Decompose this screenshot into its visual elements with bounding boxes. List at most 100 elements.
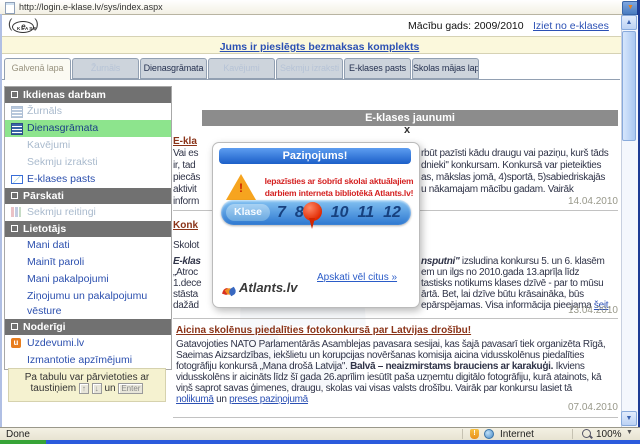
nolikuma-link[interactable]: nolikumā: [176, 394, 214, 405]
article2-line: E-klas: [173, 256, 213, 267]
article1-line: Vai es: [173, 148, 213, 159]
grade-links: 7 8 9 10 11 12: [277, 200, 401, 225]
grade-10[interactable]: 10: [331, 204, 349, 222]
section-icon: [11, 323, 18, 330]
article2-line: dažād: [173, 300, 213, 311]
article2-line: 1.dece: [173, 278, 213, 289]
key-down-icon: ↓: [92, 383, 102, 394]
logout-link[interactable]: Iziet no e-klases: [533, 20, 609, 32]
article3-line: fotogrāfiju konkursā „Mana drošā Latvija…: [176, 361, 621, 372]
sidebar-item-zurnals: Žurnāls: [5, 103, 171, 120]
chart-icon: [11, 207, 21, 217]
article-divider: [173, 417, 618, 418]
popup-message: Iepazīsties ar šobrīd skolai aktuālajiem…: [263, 175, 415, 199]
section-icon: [11, 192, 18, 199]
url-text[interactable]: http://login.e-klase.lv/sys/index.aspx: [19, 2, 163, 12]
shield-icon: !: [470, 429, 479, 439]
article3-line: Saeimas Aizsardzības, iekšlietu un korup…: [176, 350, 621, 361]
article1-line: as, mākslas jomā, 4)sportā, 5)sabiedrisk…: [421, 172, 620, 183]
grade-7[interactable]: 7: [277, 204, 286, 222]
grade-12[interactable]: 12: [383, 204, 401, 222]
sidebar-item-izmantotie-apzimejumi[interactable]: Izmantotie apzīmējumi: [5, 352, 171, 369]
warning-exclamation: !: [239, 181, 243, 195]
mail-icon: [11, 175, 23, 184]
article3-line: vidusskolēns ir aicināts līdz šī gada 26…: [176, 372, 621, 383]
sidebar-item-eklases-pasts[interactable]: E-klases pasts: [5, 171, 171, 188]
status-bar: Done ! Internet 100% ▼: [0, 427, 640, 441]
scroll-up-button[interactable]: ▲: [621, 15, 637, 30]
scroll-down-button[interactable]: ▼: [621, 411, 637, 426]
article1-line: dnieki" konkursam. Konkursā var pieteikt…: [421, 160, 620, 171]
page-icon: [5, 2, 15, 14]
sidebar-header-parskati: Pārskati: [5, 188, 171, 204]
article2-line: stāsta: [173, 289, 213, 300]
article2-heading[interactable]: Konk: [173, 220, 198, 231]
tab-sekmju-izraksti: Sekmju izraksti: [276, 58, 343, 79]
article3-heading[interactable]: Aicina skolēnus piedalīties fotokonkursā…: [176, 325, 471, 336]
sidebar-item-uzdevumi[interactable]: uUzdevumi.lv: [5, 335, 171, 352]
article2-line: ārtā. Bet, lai dzīve būtu krāsaināka, bū…: [421, 289, 620, 300]
article1-line: ir, tad: [173, 160, 213, 171]
statusbar-divider: [462, 429, 463, 439]
free-package-banner: Jums ir pieslēgts bezmaksas komplekts: [2, 36, 637, 54]
see-more-link[interactable]: Apskati vēl citus »: [317, 272, 397, 283]
zoom-dropdown-icon[interactable]: ▼: [626, 429, 633, 436]
browser-window: http://login.e-klase.lv/sys/index.aspx ▼…: [0, 0, 640, 444]
taskbar-edge: [0, 440, 640, 444]
keyboard-hint-box: Pa tabulu var pārvietoties ar taustiņiem…: [8, 368, 166, 402]
tab-dienasgramata[interactable]: Dienasgrāmata: [140, 58, 207, 79]
sidebar-item-mani-pakalpojumi[interactable]: Mani pakalpojumi: [5, 271, 171, 288]
grade-11[interactable]: 11: [358, 204, 375, 222]
article2-line: tastisks notikums klases dzīvē - par to …: [421, 278, 620, 289]
logo-sub: KLASE: [17, 26, 37, 31]
sidebar-item-mani-dati[interactable]: Mani dati: [5, 237, 171, 254]
section-icon: [11, 91, 18, 98]
journal-icon: [11, 106, 23, 118]
zone-label: Internet: [500, 429, 534, 440]
popup-title: Paziņojums!: [219, 148, 411, 164]
article1-heading[interactable]: E-kla: [173, 136, 197, 147]
sidebar-item-zinojumu-vesture[interactable]: Ziņojumu un pakalpojumu vēsture: [5, 288, 171, 319]
grade-selector: Klase 7 8 9 10 11 12: [221, 200, 411, 225]
article1-line: rbūt pazīsti kādu draugu vai paziņu, kur…: [421, 148, 620, 159]
article2-line: „Atroc: [173, 267, 213, 278]
magnifier-icon: [582, 429, 591, 438]
scrollbar-thumb[interactable]: [622, 31, 636, 141]
article2-line: em un ilgs no 2010.gada 13.aprīļa līdz: [421, 267, 620, 278]
statusbar-divider: [572, 429, 573, 439]
article3-line: Gatavojoties NATO Parlamentārās Asamblej…: [176, 339, 621, 350]
window-border-left: [0, 14, 2, 427]
article1-date: 14.04.2010: [450, 196, 618, 207]
banner-link[interactable]: Jums ir pieslēgts bezmaksas komplekts: [220, 41, 420, 53]
uzdevumi-icon: u: [11, 338, 21, 348]
sidebar-header-noderigi: Noderīgi: [5, 319, 171, 335]
tab-skolas-majas-lapa[interactable]: Skolas mājas lapa: [412, 58, 479, 79]
sidebar-item-kavejumi: Kavējumi: [5, 137, 171, 154]
article2-date: 13.04.2010: [450, 305, 618, 316]
article1-line: u nākamajam mācību gadam. Vairāk: [421, 184, 620, 195]
sidebar-item-dienasgramata[interactable]: Dienasgrāmata: [5, 120, 171, 137]
section-icon: [11, 225, 18, 232]
preses-pazinojuma-link[interactable]: preses paziņojumā: [229, 394, 308, 405]
globe-icon: [484, 429, 494, 439]
sidebar-header-lietotajs: Lietotājs: [5, 221, 171, 237]
sidebar-item-mainit-paroli[interactable]: Mainīt paroli: [5, 254, 171, 271]
school-year-label: Mācību gads: 2009/2010: [408, 20, 524, 32]
article3-date: 07.04.2010: [450, 402, 618, 413]
key-up-icon: ↑: [79, 383, 89, 394]
tab-eklases-pasts[interactable]: E-klases pasts: [344, 58, 411, 79]
eklase-logo[interactable]: (e) KLASE: [8, 16, 52, 34]
close-icon[interactable]: x: [404, 124, 410, 136]
status-text: Done: [6, 429, 30, 440]
klase-label: Klase: [226, 204, 270, 221]
sidebar-item-sekmju-izraksti: Sekmju izraksti: [5, 154, 171, 171]
tabs-baseline: [2, 79, 620, 80]
article-divider: [173, 318, 618, 319]
tab-galvena-lapa[interactable]: Galvenā lapa: [4, 58, 71, 80]
diary-icon: [11, 123, 23, 135]
article2-line: nsputni" izsludina konkursu 5. un 6. kla…: [421, 256, 620, 267]
article2-line: Skolot: [173, 240, 213, 251]
balloon-pointer-icon: [303, 202, 322, 221]
atlants-logo[interactable]: Atlants.lv: [223, 277, 298, 295]
zoom-level: 100%: [596, 429, 622, 440]
